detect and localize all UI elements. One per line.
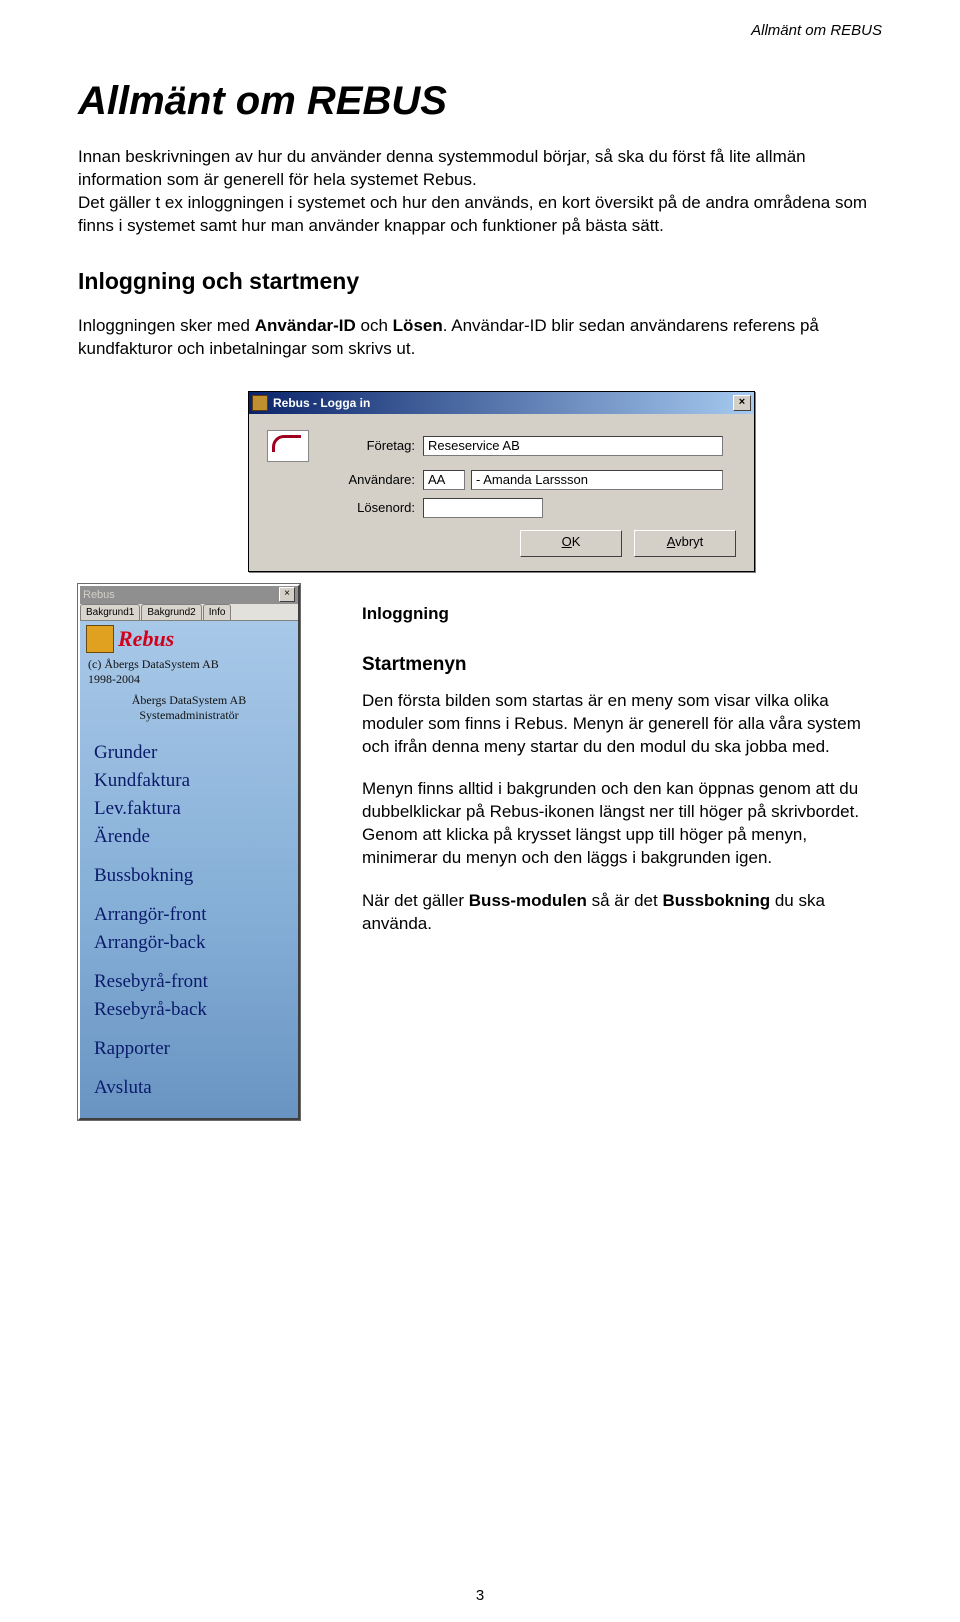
login-dialog: Rebus - Logga in × Företag: Användare: L… bbox=[248, 391, 755, 572]
anvandare-name-input[interactable] bbox=[471, 470, 723, 490]
admin-text: Åbergs DataSystem AB Systemadministratör bbox=[80, 693, 298, 733]
running-header: Allmänt om REBUS bbox=[78, 22, 882, 39]
avbryt-underline: A bbox=[667, 534, 675, 549]
losenord-label: Lösenord: bbox=[323, 500, 423, 515]
text-bold: Användar-ID bbox=[255, 316, 356, 335]
dialog-icon bbox=[267, 430, 323, 462]
anvandare-code-input[interactable] bbox=[423, 470, 465, 490]
text-bold: Bussbokning bbox=[662, 891, 770, 910]
avbryt-rest: vbryt bbox=[675, 534, 703, 549]
close-button[interactable]: × bbox=[733, 395, 751, 411]
startmenu-close-button[interactable]: × bbox=[279, 587, 295, 602]
dialog-title: Rebus - Logga in bbox=[273, 396, 733, 410]
text: så är det bbox=[587, 891, 663, 910]
document-page: Allmänt om REBUS Allmänt om REBUS Innan … bbox=[0, 0, 960, 1622]
losenord-input[interactable] bbox=[423, 498, 543, 518]
startmenu-item[interactable]: Kundfaktura bbox=[94, 767, 284, 795]
tab-bakgrund2[interactable]: Bakgrund2 bbox=[141, 604, 201, 620]
startmenu-item[interactable]: Lev.faktura bbox=[94, 795, 284, 823]
startmenyn-p2: Menyn finns alltid i bakgrunden och den … bbox=[362, 778, 882, 870]
foretag-label: Företag: bbox=[323, 438, 423, 453]
cancel-button[interactable]: Avbryt bbox=[634, 530, 736, 557]
right-column: Inloggning Startmenyn Den första bilden … bbox=[322, 584, 882, 956]
text-bold: Lösen bbox=[393, 316, 443, 335]
startmenu-item[interactable]: Resebyrå-front bbox=[94, 968, 284, 996]
startmenu-tabs: Bakgrund1 Bakgrund2 Info bbox=[80, 604, 298, 621]
rebus-logo-text: Rebus bbox=[118, 626, 174, 652]
copyright-text: (c) Åbergs DataSystem AB 1998-2004 bbox=[80, 657, 298, 693]
startmenu-items: GrunderKundfakturaLev.fakturaÄrende Bussb… bbox=[80, 733, 298, 1118]
startmenu-item[interactable]: Bussbokning bbox=[94, 862, 284, 890]
text: När det gäller bbox=[362, 891, 469, 910]
tab-bakgrund1[interactable]: Bakgrund1 bbox=[80, 604, 140, 620]
dialog-titlebar: Rebus - Logga in × bbox=[249, 392, 754, 414]
start-menu: Rebus × Bakgrund1 Bakgrund2 Info Rebus (… bbox=[78, 584, 300, 1120]
anvandare-label: Användare: bbox=[323, 472, 423, 487]
foretag-input[interactable] bbox=[423, 436, 723, 456]
ok-rest: K bbox=[572, 534, 581, 549]
startmenu-item[interactable]: Grunder bbox=[94, 739, 284, 767]
startmenu-item[interactable]: Arrangör-front bbox=[94, 901, 284, 929]
tab-info[interactable]: Info bbox=[203, 604, 232, 620]
startmenu-item[interactable]: Ärende bbox=[94, 823, 284, 851]
text: och bbox=[356, 316, 393, 335]
login-description: Inloggningen sker med Användar-ID och Lö… bbox=[78, 315, 882, 361]
text: Inloggningen sker med bbox=[78, 316, 255, 335]
startmenyn-heading: Startmenyn bbox=[362, 654, 882, 676]
dialog-body: Företag: Användare: Lösenord: OK Avbryt bbox=[249, 414, 754, 571]
rebus-logo-icon bbox=[86, 625, 114, 653]
ok-underline: O bbox=[562, 534, 572, 549]
inloggning-caption: Inloggning bbox=[362, 604, 882, 624]
page-number: 3 bbox=[0, 1587, 960, 1604]
startmenyn-p1: Den första bilden som startas är en meny… bbox=[362, 690, 882, 759]
app-icon bbox=[252, 395, 268, 411]
startmenu-titlebar: Rebus × bbox=[80, 586, 298, 604]
startmenu-item[interactable]: Arrangör-back bbox=[94, 929, 284, 957]
page-title: Allmänt om REBUS bbox=[78, 79, 882, 124]
intro-paragraph: Innan beskrivningen av hur du använder d… bbox=[78, 146, 882, 238]
text-bold: Buss-modulen bbox=[469, 891, 587, 910]
section-heading: Inloggning och startmeny bbox=[78, 268, 882, 295]
ok-button[interactable]: OK bbox=[520, 530, 622, 557]
startmenu-inner: Rebus (c) Åbergs DataSystem AB 1998-2004… bbox=[80, 621, 298, 1118]
startmenu-item[interactable]: Resebyrå-back bbox=[94, 996, 284, 1024]
flag-icon bbox=[267, 430, 309, 462]
startmenu-title: Rebus bbox=[83, 589, 279, 601]
startmenu-item[interactable]: Rapporter bbox=[94, 1035, 284, 1063]
startmenu-item[interactable]: Avsluta bbox=[94, 1074, 284, 1102]
startmenyn-p3: När det gäller Buss-modulen så är det Bu… bbox=[362, 890, 882, 936]
